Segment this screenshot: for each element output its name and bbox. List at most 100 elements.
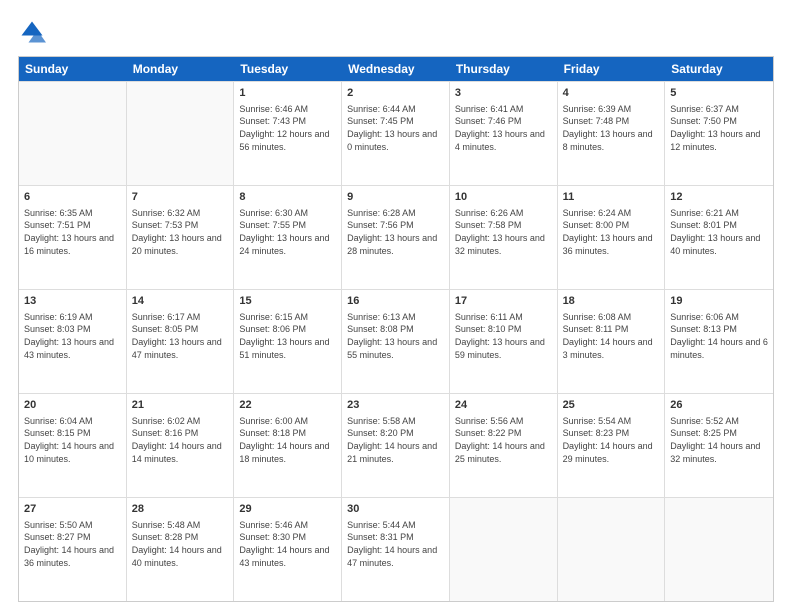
- day-number: 23: [347, 398, 444, 413]
- day-cell-3: 3 Sunrise: 6:41 AM Sunset: 7:46 PM Daylig…: [450, 82, 558, 185]
- day-number: 2: [347, 86, 444, 101]
- day-cell-1: 1 Sunrise: 6:46 AM Sunset: 7:43 PM Daylig…: [234, 82, 342, 185]
- day-info: Sunrise: 6:32 AM Sunset: 7:53 PM Dayligh…: [132, 207, 229, 257]
- day-cell-20: 20 Sunrise: 6:04 AM Sunset: 8:15 PM Dayli…: [19, 394, 127, 497]
- day-cell-29: 29Sunrise: 5:46 AM Sunset: 8:30 PM Dayli…: [234, 498, 342, 601]
- day-info: Sunrise: 6:44 AM Sunset: 7:45 PM Dayligh…: [347, 103, 444, 153]
- day-info: Sunrise: 6:35 AM Sunset: 7:51 PM Dayligh…: [24, 207, 121, 257]
- day-number: 20: [24, 398, 121, 413]
- calendar-header: SundayMondayTuesdayWednesdayThursdayFrid…: [19, 57, 773, 81]
- day-info: Sunrise: 6:24 AM Sunset: 8:00 PM Dayligh…: [563, 207, 660, 257]
- day-info: Sunrise: 6:13 AM Sunset: 8:08 PM Dayligh…: [347, 311, 444, 361]
- day-cell-13: 13 Sunrise: 6:19 AM Sunset: 8:03 PM Dayli…: [19, 290, 127, 393]
- logo: [18, 18, 50, 46]
- page: SundayMondayTuesdayWednesdayThursdayFrid…: [0, 0, 792, 612]
- day-number: 1: [239, 86, 336, 101]
- day-info: Sunrise: 6:21 AM Sunset: 8:01 PM Dayligh…: [670, 207, 768, 257]
- day-number: 30: [347, 502, 444, 517]
- day-cell-7: 7 Sunrise: 6:32 AM Sunset: 7:53 PM Daylig…: [127, 186, 235, 289]
- day-info: Sunrise: 6:19 AM Sunset: 8:03 PM Dayligh…: [24, 311, 121, 361]
- day-number: 21: [132, 398, 229, 413]
- calendar-body: 1 Sunrise: 6:46 AM Sunset: 7:43 PM Daylig…: [19, 81, 773, 601]
- day-cell-22: 22 Sunrise: 6:00 AM Sunset: 8:18 PM Dayli…: [234, 394, 342, 497]
- day-cell-4: 4 Sunrise: 6:39 AM Sunset: 7:48 PM Daylig…: [558, 82, 666, 185]
- day-number: 7: [132, 190, 229, 205]
- empty-cell: [450, 498, 558, 601]
- day-cell-28: 28Sunrise: 5:48 AM Sunset: 8:28 PM Dayli…: [127, 498, 235, 601]
- day-number: 15: [239, 294, 336, 309]
- day-cell-15: 15 Sunrise: 6:15 AM Sunset: 8:06 PM Dayli…: [234, 290, 342, 393]
- header-day-wednesday: Wednesday: [342, 57, 450, 81]
- day-cell-8: 8Sunrise: 6:30 AM Sunset: 7:55 PM Daylig…: [234, 186, 342, 289]
- day-number: 3: [455, 86, 552, 101]
- calendar: SundayMondayTuesdayWednesdayThursdayFrid…: [18, 56, 774, 602]
- empty-cell: [19, 82, 127, 185]
- header: [18, 18, 774, 46]
- header-day-sunday: Sunday: [19, 57, 127, 81]
- day-cell-5: 5 Sunrise: 6:37 AM Sunset: 7:50 PM Daylig…: [665, 82, 773, 185]
- day-number: 5: [670, 86, 768, 101]
- day-number: 19: [670, 294, 768, 309]
- day-info: Sunrise: 6:37 AM Sunset: 7:50 PM Dayligh…: [670, 103, 768, 153]
- header-day-thursday: Thursday: [450, 57, 558, 81]
- week-row-2: 6 Sunrise: 6:35 AM Sunset: 7:51 PM Daylig…: [19, 185, 773, 289]
- day-number: 12: [670, 190, 768, 205]
- day-number: 14: [132, 294, 229, 309]
- day-cell-16: 16 Sunrise: 6:13 AM Sunset: 8:08 PM Dayli…: [342, 290, 450, 393]
- header-day-tuesday: Tuesday: [234, 57, 342, 81]
- day-number: 10: [455, 190, 552, 205]
- day-cell-9: 9 Sunrise: 6:28 AM Sunset: 7:56 PM Daylig…: [342, 186, 450, 289]
- day-cell-11: 11 Sunrise: 6:24 AM Sunset: 8:00 PM Dayli…: [558, 186, 666, 289]
- day-cell-19: 19 Sunrise: 6:06 AM Sunset: 8:13 PM Dayli…: [665, 290, 773, 393]
- empty-cell: [665, 498, 773, 601]
- day-number: 29: [239, 502, 336, 517]
- day-info: Sunrise: 6:26 AM Sunset: 7:58 PM Dayligh…: [455, 207, 552, 257]
- day-number: 13: [24, 294, 121, 309]
- day-info: Sunrise: 6:46 AM Sunset: 7:43 PM Dayligh…: [239, 103, 336, 153]
- day-number: 4: [563, 86, 660, 101]
- header-day-saturday: Saturday: [665, 57, 773, 81]
- day-number: 17: [455, 294, 552, 309]
- day-cell-21: 21 Sunrise: 6:02 AM Sunset: 8:16 PM Dayli…: [127, 394, 235, 497]
- day-number: 11: [563, 190, 660, 205]
- day-cell-6: 6 Sunrise: 6:35 AM Sunset: 7:51 PM Daylig…: [19, 186, 127, 289]
- day-number: 16: [347, 294, 444, 309]
- day-info: Sunrise: 6:41 AM Sunset: 7:46 PM Dayligh…: [455, 103, 552, 153]
- day-cell-10: 10 Sunrise: 6:26 AM Sunset: 7:58 PM Dayli…: [450, 186, 558, 289]
- day-cell-14: 14Sunrise: 6:17 AM Sunset: 8:05 PM Dayli…: [127, 290, 235, 393]
- day-cell-23: 23 Sunrise: 5:58 AM Sunset: 8:20 PM Dayli…: [342, 394, 450, 497]
- week-row-1: 1 Sunrise: 6:46 AM Sunset: 7:43 PM Daylig…: [19, 81, 773, 185]
- day-cell-27: 27Sunrise: 5:50 AM Sunset: 8:27 PM Dayli…: [19, 498, 127, 601]
- day-number: 9: [347, 190, 444, 205]
- day-number: 26: [670, 398, 768, 413]
- day-cell-17: 17 Sunrise: 6:11 AM Sunset: 8:10 PM Dayli…: [450, 290, 558, 393]
- day-number: 24: [455, 398, 552, 413]
- day-info: Sunrise: 5:54 AM Sunset: 8:23 PM Dayligh…: [563, 415, 660, 465]
- day-info: Sunrise: 6:08 AM Sunset: 8:11 PM Dayligh…: [563, 311, 660, 361]
- week-row-3: 13 Sunrise: 6:19 AM Sunset: 8:03 PM Dayli…: [19, 289, 773, 393]
- day-info: Sunrise: 5:48 AM Sunset: 8:28 PM Dayligh…: [132, 519, 229, 569]
- day-info: Sunrise: 6:28 AM Sunset: 7:56 PM Dayligh…: [347, 207, 444, 257]
- day-info: Sunrise: 6:11 AM Sunset: 8:10 PM Dayligh…: [455, 311, 552, 361]
- day-info: Sunrise: 5:50 AM Sunset: 8:27 PM Dayligh…: [24, 519, 121, 569]
- week-row-4: 20 Sunrise: 6:04 AM Sunset: 8:15 PM Dayli…: [19, 393, 773, 497]
- day-info: Sunrise: 6:39 AM Sunset: 7:48 PM Dayligh…: [563, 103, 660, 153]
- logo-icon: [18, 18, 46, 46]
- day-number: 18: [563, 294, 660, 309]
- day-info: Sunrise: 6:06 AM Sunset: 8:13 PM Dayligh…: [670, 311, 768, 361]
- day-info: Sunrise: 6:00 AM Sunset: 8:18 PM Dayligh…: [239, 415, 336, 465]
- day-info: Sunrise: 6:30 AM Sunset: 7:55 PM Dayligh…: [239, 207, 336, 257]
- header-day-friday: Friday: [558, 57, 666, 81]
- day-info: Sunrise: 6:15 AM Sunset: 8:06 PM Dayligh…: [239, 311, 336, 361]
- day-cell-25: 25Sunrise: 5:54 AM Sunset: 8:23 PM Dayli…: [558, 394, 666, 497]
- day-info: Sunrise: 6:04 AM Sunset: 8:15 PM Dayligh…: [24, 415, 121, 465]
- week-row-5: 27Sunrise: 5:50 AM Sunset: 8:27 PM Dayli…: [19, 497, 773, 601]
- day-number: 6: [24, 190, 121, 205]
- day-info: Sunrise: 5:58 AM Sunset: 8:20 PM Dayligh…: [347, 415, 444, 465]
- day-number: 22: [239, 398, 336, 413]
- header-day-monday: Monday: [127, 57, 235, 81]
- day-info: Sunrise: 6:02 AM Sunset: 8:16 PM Dayligh…: [132, 415, 229, 465]
- day-cell-26: 26Sunrise: 5:52 AM Sunset: 8:25 PM Dayli…: [665, 394, 773, 497]
- empty-cell: [127, 82, 235, 185]
- empty-cell: [558, 498, 666, 601]
